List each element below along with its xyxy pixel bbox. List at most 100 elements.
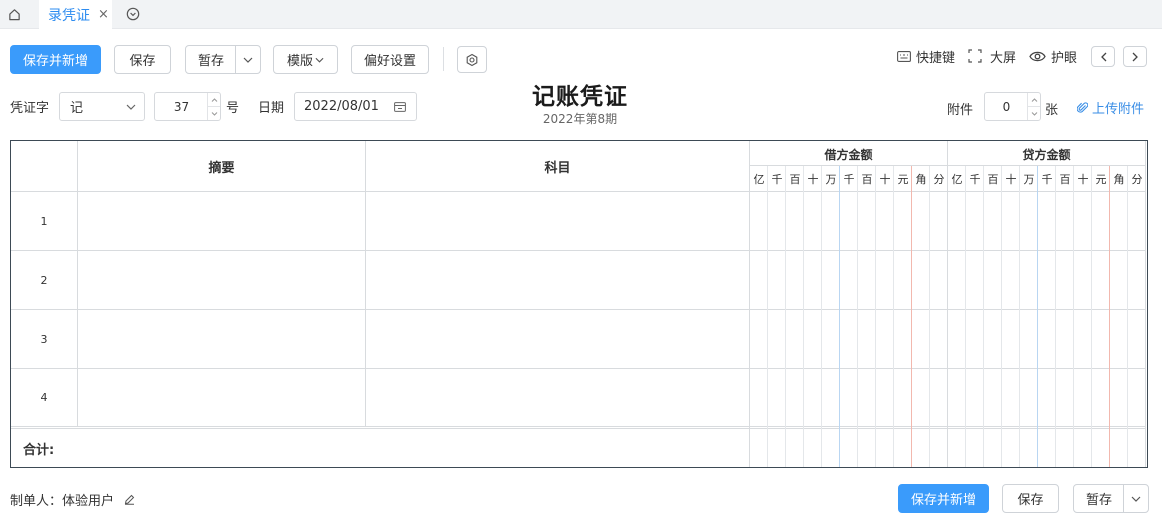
digit-label: 十: [807, 172, 819, 186]
increment-button[interactable]: [1028, 93, 1040, 106]
number-stepper-controls[interactable]: [207, 93, 220, 120]
digit-label: 元: [897, 172, 909, 186]
debit-amount-cell[interactable]: [750, 310, 947, 368]
preferences-button[interactable]: 偏好设置: [351, 45, 429, 74]
digit-label: 百: [1059, 172, 1071, 186]
voucher-number-value[interactable]: 37: [155, 100, 208, 114]
digit-grid-line: [857, 166, 858, 467]
credit-header: 贷方金额: [1022, 147, 1071, 162]
voucher-word-select[interactable]: 记: [59, 92, 145, 121]
decrement-button[interactable]: [208, 106, 220, 120]
digit-label: 万: [825, 172, 837, 186]
tab-label: 录凭证: [48, 7, 90, 24]
tab-record-voucher[interactable]: 录凭证 ×: [39, 0, 112, 29]
draft-label[interactable]: 暂存: [186, 46, 236, 73]
digit-grid-line: [1073, 166, 1074, 467]
summary-cell[interactable]: [78, 369, 365, 426]
digit-grid-line: [839, 166, 840, 467]
digit-label: 角: [1113, 172, 1125, 186]
draft-split-button[interactable]: 暂存: [185, 45, 261, 74]
chevron-down-icon: [1031, 111, 1037, 116]
digit-grid-line: [1055, 166, 1056, 467]
attachment-count-value[interactable]: 0: [985, 100, 1028, 114]
attachment-unit: 张: [1045, 103, 1059, 118]
summary-cell[interactable]: [78, 192, 365, 250]
digit-label: 分: [933, 172, 945, 186]
chevron-up-icon: [1031, 97, 1037, 102]
attachment-count-stepper[interactable]: 0: [984, 92, 1041, 121]
voucher-word-value: 记: [70, 101, 84, 116]
debit-amount-cell[interactable]: [750, 369, 947, 426]
keyboard-icon: [897, 50, 911, 62]
home-tab[interactable]: [0, 0, 29, 29]
credit-amount-cell[interactable]: [948, 251, 1145, 309]
digit-grid-line: [1109, 166, 1110, 467]
upload-attachment-link[interactable]: 上传附件: [1077, 98, 1144, 117]
digit-grid-line: [893, 166, 894, 467]
digit-label: 亿: [951, 172, 963, 186]
chevron-down-icon: [211, 111, 217, 116]
close-icon[interactable]: ×: [98, 8, 109, 21]
debit-amount-cell[interactable]: [750, 251, 947, 309]
chevron-left-icon: [1100, 52, 1106, 61]
credit-amount-cell[interactable]: [948, 369, 1145, 426]
edit-icon[interactable]: [124, 494, 135, 505]
settings-button[interactable]: [457, 46, 487, 73]
maker-label: 制单人：体验用户: [10, 494, 115, 509]
account-cell[interactable]: [366, 369, 749, 426]
footer-draft-split-button[interactable]: 暂存: [1073, 484, 1149, 513]
row-number: 1: [40, 214, 48, 228]
account-cell[interactable]: [366, 192, 749, 250]
toolbar-divider: [443, 47, 444, 71]
digit-grid-line: [1127, 166, 1128, 467]
footer-save-and-new-button[interactable]: 保存并新增: [898, 484, 989, 513]
chevron-up-icon: [211, 97, 217, 102]
previous-voucher-button[interactable]: [1091, 46, 1115, 67]
footer-draft-label[interactable]: 暂存: [1074, 485, 1124, 512]
digit-label: 千: [1041, 172, 1053, 186]
digit-grid-line: [803, 166, 804, 467]
eye-care-button[interactable]: 护眼: [1029, 46, 1077, 66]
summary-cell[interactable]: [78, 310, 365, 368]
save-button[interactable]: 保存: [114, 45, 171, 74]
fullscreen-label: 大屏: [990, 50, 1017, 66]
chevron-circle-down-icon: [126, 7, 140, 21]
credit-amount-cell[interactable]: [948, 310, 1145, 368]
digit-label: 千: [843, 172, 855, 186]
summary-header: 摘要: [208, 160, 235, 176]
total-label: 合计:: [23, 443, 55, 458]
next-voucher-button[interactable]: [1123, 46, 1147, 67]
shortcuts-button[interactable]: 快捷键: [897, 46, 955, 66]
date-picker[interactable]: 2022/08/01: [294, 92, 417, 121]
tab-more-button[interactable]: [123, 4, 143, 24]
debit-header: 借方金额: [824, 147, 873, 162]
digit-grid-line: [767, 166, 768, 467]
maker-info: 制单人：体验用户: [10, 490, 135, 509]
account-cell[interactable]: [366, 310, 749, 368]
fullscreen-button[interactable]: 大屏: [968, 46, 1016, 66]
account-cell[interactable]: [366, 251, 749, 309]
summary-cell[interactable]: [78, 251, 365, 309]
date-value: 2022/08/01: [304, 99, 379, 114]
attachment-stepper-controls[interactable]: [1027, 93, 1040, 120]
tab-bar: 录凭证 ×: [0, 0, 1162, 29]
decrement-button[interactable]: [1028, 106, 1040, 120]
credit-amount-cell[interactable]: [948, 192, 1145, 250]
chevron-down-icon: [315, 57, 324, 63]
voucher-period: 2022年第8期: [542, 112, 618, 126]
digit-label: 百: [987, 172, 999, 186]
draft-dropdown[interactable]: [235, 46, 260, 73]
shortcuts-label: 快捷键: [916, 50, 956, 66]
number-suffix: 号: [226, 101, 240, 116]
digit-label: 十: [879, 172, 891, 186]
footer-draft-dropdown[interactable]: [1123, 485, 1148, 512]
template-dropdown-button[interactable]: 模版: [273, 45, 338, 74]
digit-grid-line: [965, 166, 966, 467]
template-label: 模版: [286, 54, 313, 69]
debit-amount-cell[interactable]: [750, 192, 947, 250]
footer-save-button[interactable]: 保存: [1002, 484, 1059, 513]
increment-button[interactable]: [208, 93, 220, 106]
digit-label: 元: [1095, 172, 1107, 186]
voucher-number-stepper[interactable]: 37: [154, 92, 221, 121]
save-and-new-button[interactable]: 保存并新增: [10, 45, 101, 74]
